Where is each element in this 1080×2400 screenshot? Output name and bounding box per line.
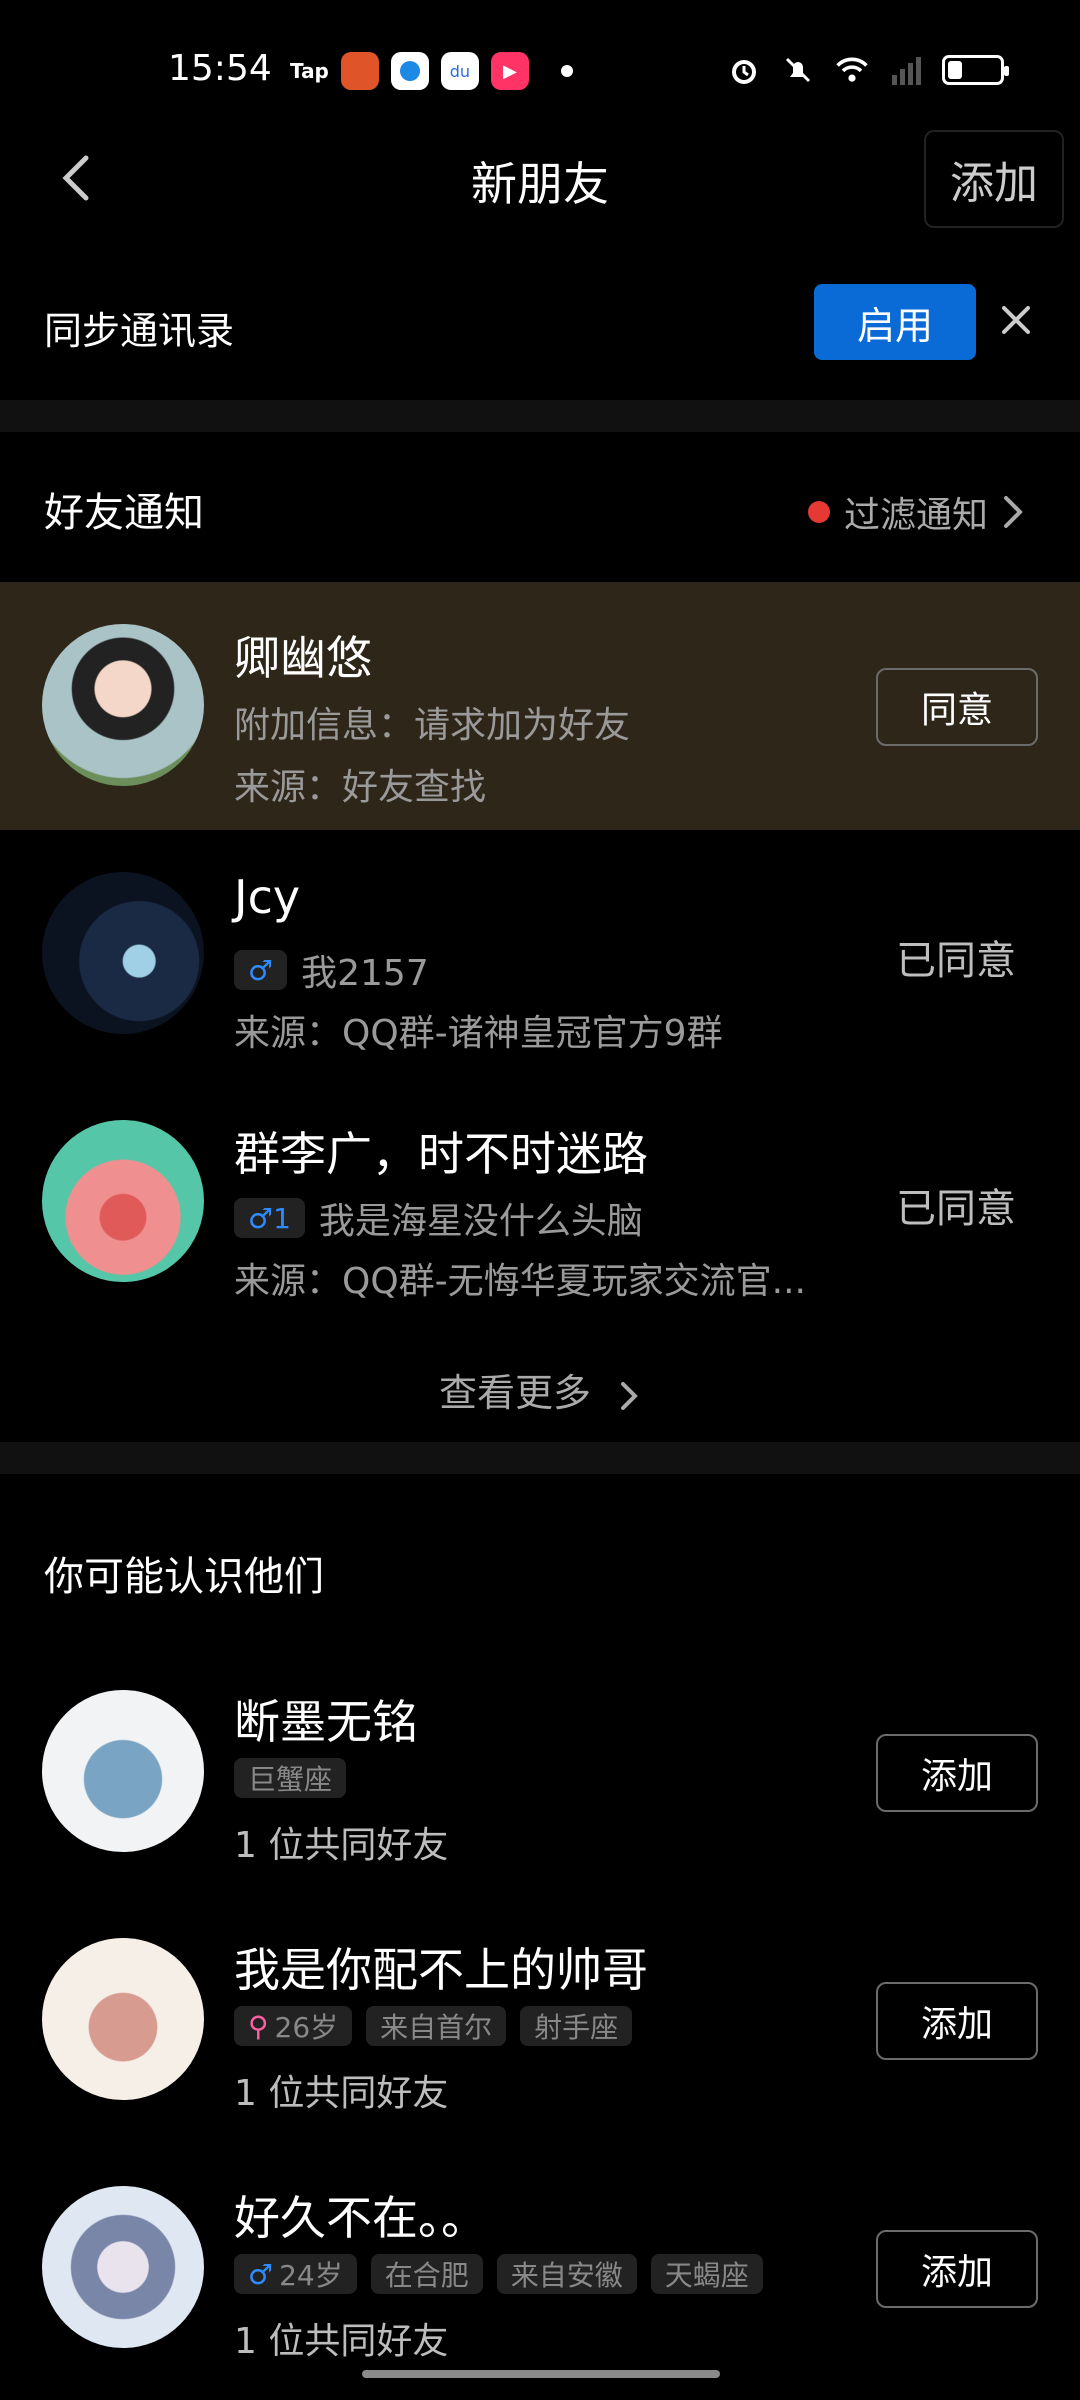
home-indicator[interactable] xyxy=(362,2370,720,2378)
tag-badge: 来自首尔 xyxy=(366,2006,507,2046)
mutual-friends: 1 位共同好友 xyxy=(234,1825,449,1866)
avatar xyxy=(42,1690,204,1852)
page-title: 新朋友 xyxy=(471,157,609,211)
store-app-icon xyxy=(340,52,379,90)
add-friend-button[interactable]: 添加 xyxy=(924,130,1064,228)
tag-badge: 来自安徽 xyxy=(496,2254,637,2294)
request-source: 来源：好友查找 xyxy=(234,767,487,808)
status-app-icons: Tap du ▶ xyxy=(290,52,573,90)
friend-name: Jcy xyxy=(234,870,301,924)
browser-app-icon xyxy=(390,52,429,90)
suggestion-name: 我是你配不上的帅哥 xyxy=(234,1943,648,1997)
request-message: 我2157 xyxy=(301,953,429,994)
tag-badge: ⚲ 26岁 xyxy=(234,2006,353,2046)
signal-icon xyxy=(888,52,924,88)
section-divider xyxy=(0,400,1080,432)
chevron-right-icon xyxy=(621,1381,638,1410)
battery-icon xyxy=(942,55,1009,85)
red-dot-icon xyxy=(807,501,830,523)
avatar xyxy=(42,1938,204,2100)
gender-badge: ♂1 xyxy=(234,1198,305,1238)
mutual-friends: 1 位共同好友 xyxy=(234,2073,449,2114)
gender-badge: ♂ xyxy=(234,950,288,990)
tag-badge: 射手座 xyxy=(520,2006,633,2046)
agreed-status: 已同意 xyxy=(896,1186,1016,1232)
request-source: 来源：QQ群-诸神皇冠官方9群 xyxy=(234,1013,723,1054)
add-button[interactable]: 添加 xyxy=(876,1982,1038,2060)
female-icon: ⚲ xyxy=(248,2009,269,2043)
close-icon[interactable] xyxy=(996,300,1036,340)
avatar xyxy=(42,872,204,1034)
view-more-label: 查看更多 xyxy=(438,1371,591,1415)
agreed-status: 已同意 xyxy=(896,938,1016,984)
add-button[interactable]: 添加 xyxy=(876,1734,1038,1812)
suggestion-name: 好久不在。。 xyxy=(234,2191,487,2245)
tag-badge: 天蝎座 xyxy=(650,2254,763,2294)
add-button[interactable]: 添加 xyxy=(876,2230,1038,2308)
avatar xyxy=(42,1120,204,1282)
enable-sync-button[interactable]: 启用 xyxy=(814,284,976,360)
male-icon: ♂ xyxy=(248,2257,274,2291)
request-message: 附加信息：请求加为好友 xyxy=(234,705,631,746)
request-message: 我是海星没什么头脑 xyxy=(318,1201,643,1242)
view-more-link[interactable]: 查看更多 xyxy=(0,1362,1080,1417)
alarm-icon xyxy=(726,52,762,88)
video-app-icon: ▶ xyxy=(490,52,529,90)
filter-notifications[interactable]: 过滤通知 xyxy=(807,486,1024,538)
tap-app-icon: Tap xyxy=(290,59,329,83)
tag-badge: 在合肥 xyxy=(370,2254,483,2294)
avatar xyxy=(42,2186,204,2348)
suggestion-name: 断墨无铭 xyxy=(234,1695,418,1749)
sync-contacts-label: 同步通讯录 xyxy=(44,309,235,353)
baidu-app-icon: du xyxy=(440,52,479,90)
friend-name: 卿幽悠 xyxy=(234,631,372,685)
tag-badge: 巨蟹座 xyxy=(234,1758,347,1798)
friend-name: 群李广，时不时迷路 xyxy=(234,1127,648,1181)
wifi-icon xyxy=(834,52,870,88)
request-source: 来源：QQ群-无悔华夏玩家交流官... xyxy=(234,1261,806,1302)
chevron-right-icon xyxy=(1004,496,1023,528)
agree-button[interactable]: 同意 xyxy=(876,668,1038,746)
tag-badge: ♂ 24岁 xyxy=(234,2254,357,2294)
notification-dot-icon xyxy=(560,65,573,77)
status-system-icons xyxy=(726,52,1009,88)
filter-label: 过滤通知 xyxy=(843,495,988,536)
mutual-friends: 1 位共同好友 xyxy=(234,2321,449,2362)
suggestions-title: 你可能认识他们 xyxy=(44,1554,324,1600)
avatar xyxy=(42,624,204,786)
status-time: 15:54 xyxy=(168,48,272,89)
mute-icon xyxy=(780,52,816,88)
friend-notifications-title: 好友通知 xyxy=(44,490,204,536)
section-divider xyxy=(0,1442,1080,1474)
